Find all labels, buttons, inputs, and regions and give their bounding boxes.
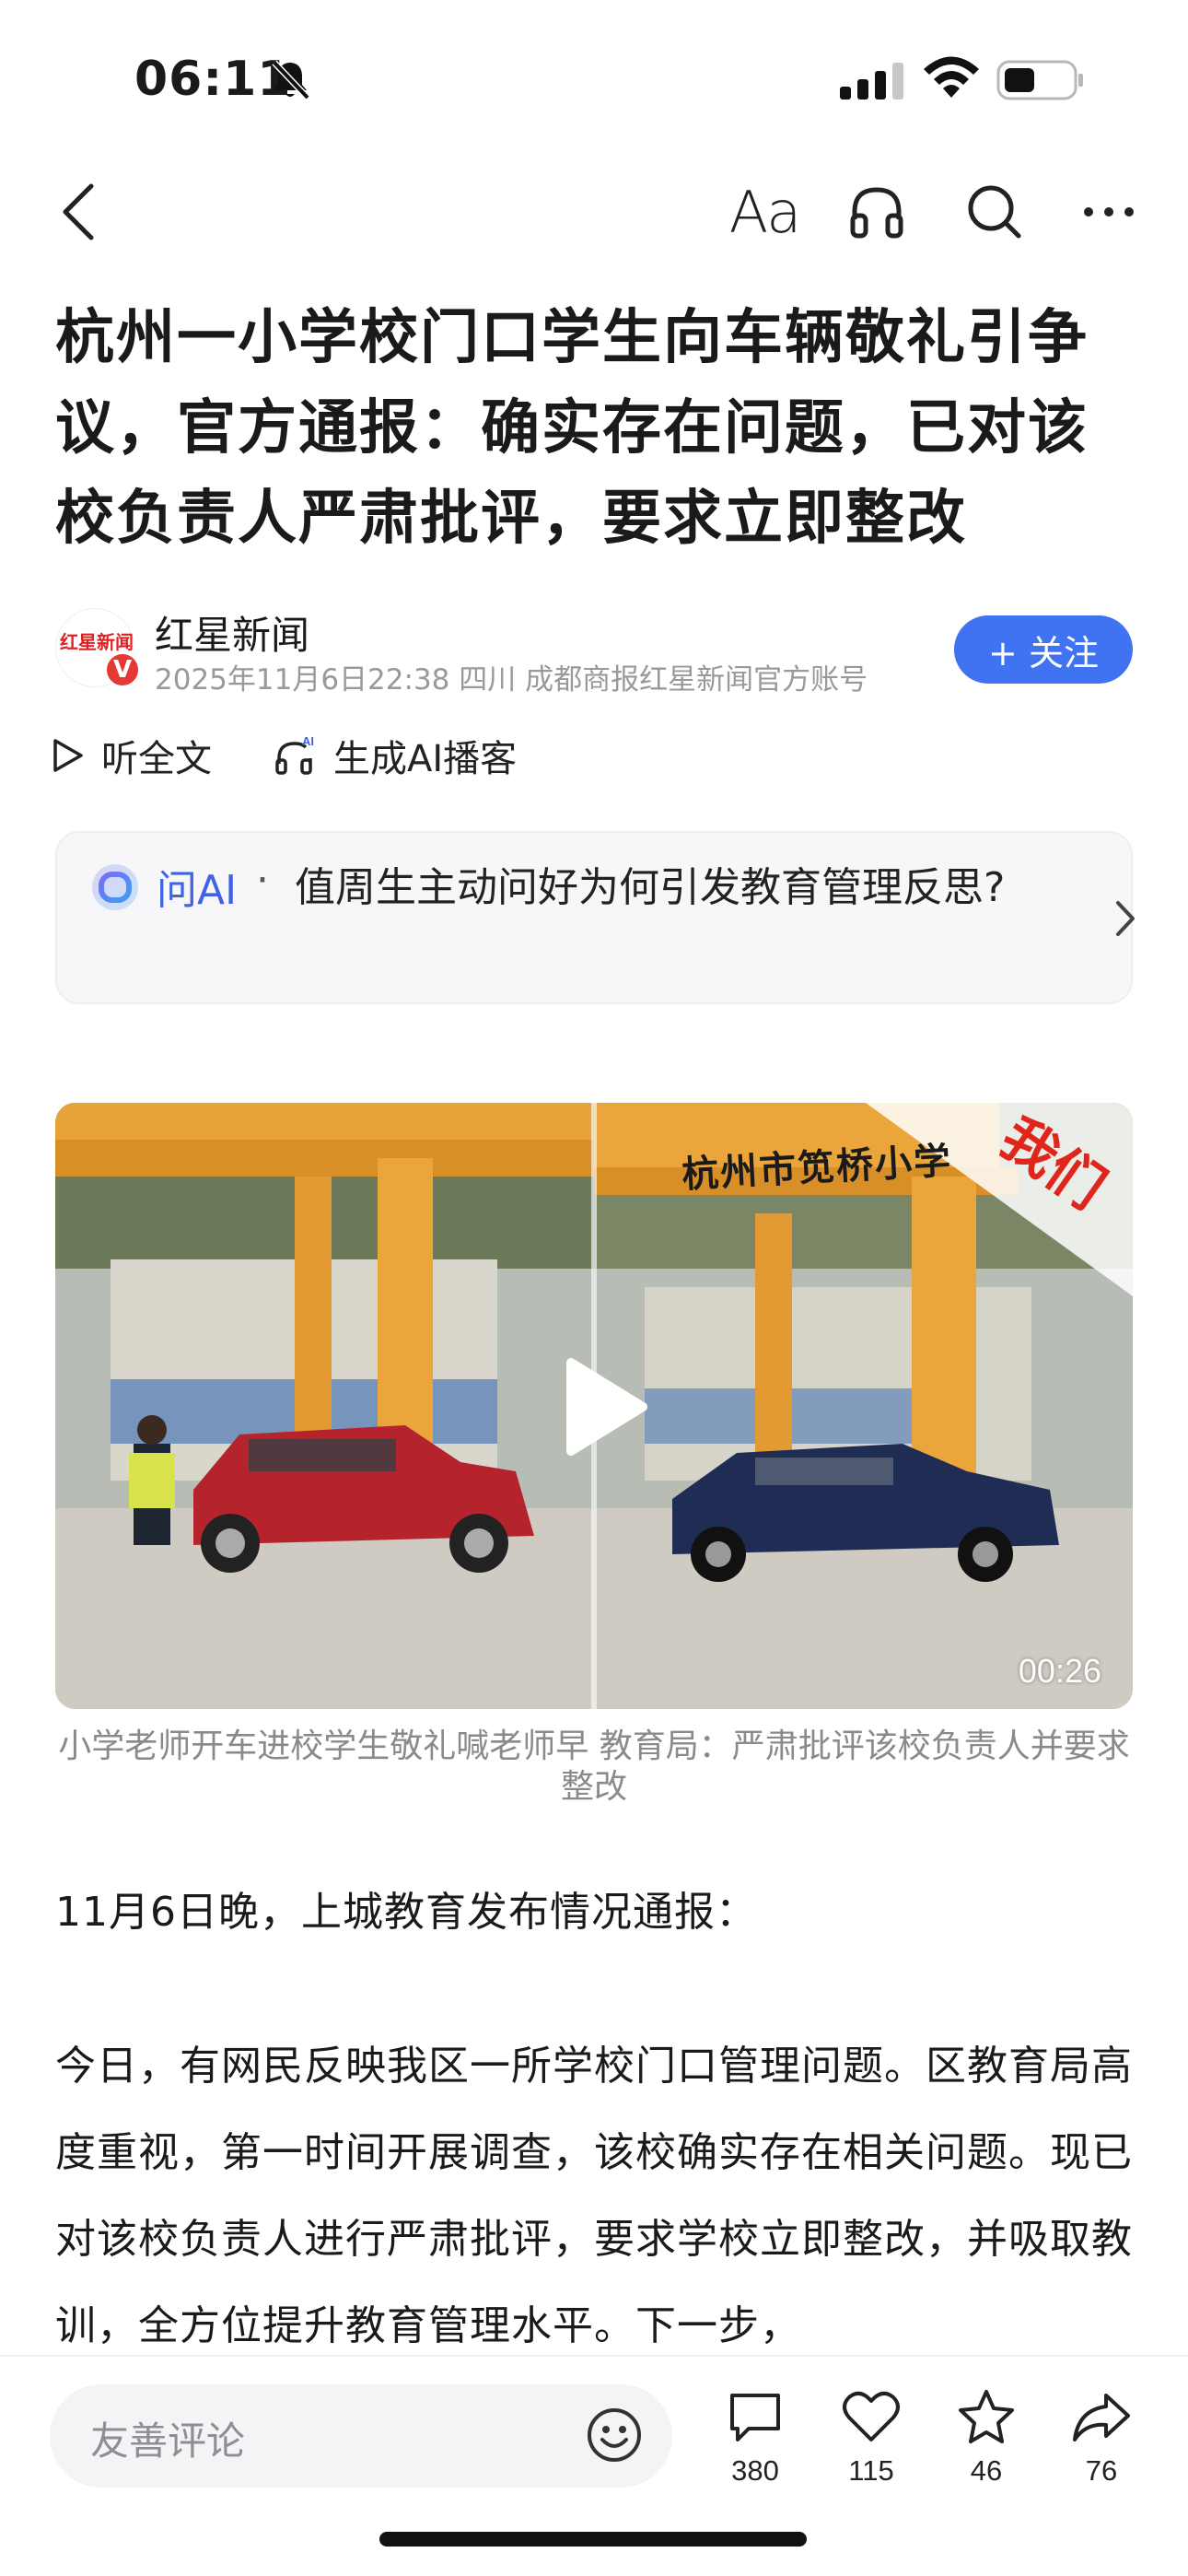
video-player[interactable]: 杭州市笕桥小学 我们 00:26 bbox=[55, 1103, 1133, 1709]
listen-full-label: 听全文 bbox=[101, 738, 212, 780]
signal-icon bbox=[840, 63, 903, 100]
emoji-icon[interactable] bbox=[586, 2406, 643, 2464]
back-chevron-icon bbox=[63, 183, 94, 240]
heart-icon bbox=[843, 2391, 900, 2441]
verified-badge: V bbox=[104, 651, 141, 688]
comment-icon bbox=[730, 2394, 780, 2441]
bell-slash-icon bbox=[272, 60, 310, 100]
listen-button[interactable] bbox=[840, 175, 914, 249]
article-paragraph: 今日，有网民反映我区一所学校门口管理问题。区教育局高度重视，第一时间开展调查，该… bbox=[55, 2043, 1133, 2349]
ai-podcast-button[interactable]: AI 生成AI播客 bbox=[274, 728, 517, 783]
wifi-icon bbox=[924, 56, 979, 98]
ai-podcast-label: 生成AI播客 bbox=[333, 738, 518, 780]
video-duration: 00:26 bbox=[1018, 1652, 1101, 1690]
ai-headphones-icon: AI bbox=[275, 734, 314, 775]
comment-input[interactable]: 友善评论 bbox=[50, 2384, 672, 2488]
search-icon bbox=[968, 185, 1021, 239]
shares-count: 76 bbox=[1085, 2454, 1118, 2487]
play-outline-icon bbox=[53, 739, 83, 772]
author-name[interactable]: 红星新闻 bbox=[155, 604, 309, 661]
battery-icon bbox=[996, 60, 1083, 100]
status-bar: 06:11 bbox=[0, 0, 1188, 157]
comments-button[interactable]: 380 bbox=[705, 2388, 806, 2488]
avatar-logo: 红星新闻 bbox=[60, 631, 134, 653]
star-icon bbox=[959, 2390, 1014, 2443]
more-button[interactable] bbox=[1072, 175, 1146, 249]
font-size-icon: Aa bbox=[728, 178, 801, 246]
search-button[interactable] bbox=[958, 175, 1031, 249]
article-paragraph: 11月6日晚，上城教育发布情况通报： bbox=[55, 1889, 757, 1936]
font-size-button[interactable]: Aa bbox=[718, 175, 810, 249]
ai-badge: AI bbox=[302, 734, 314, 748]
more-icon bbox=[1084, 207, 1134, 217]
avatar[interactable]: 红星新闻 V bbox=[55, 608, 141, 688]
share-arrow-icon bbox=[1073, 2394, 1130, 2441]
comment-placeholder: 友善评论 bbox=[90, 2418, 246, 2464]
author-meta: 2025年11月6日22:38 四川 成都商报红星新闻官方账号 bbox=[155, 663, 868, 697]
comments-count: 380 bbox=[731, 2454, 779, 2487]
article-actions: 听全文 AI 生成AI播客 bbox=[52, 728, 788, 783]
like-button[interactable]: 115 bbox=[821, 2388, 922, 2488]
back-button[interactable] bbox=[46, 175, 111, 249]
favorite-button[interactable]: 46 bbox=[936, 2388, 1037, 2488]
ai-ring-icon bbox=[92, 864, 138, 910]
article-title: 杭州一小学校门口学生向车辆敬礼引争议，官方通报：确实存在问题，已对该校负责人严肃… bbox=[55, 304, 1089, 553]
ask-ai-separator: · bbox=[256, 857, 269, 904]
favorites-count: 46 bbox=[970, 2454, 1003, 2487]
home-indicator[interactable] bbox=[379, 2532, 807, 2547]
listen-full-button[interactable]: 听全文 bbox=[52, 728, 212, 783]
ask-ai-question: 值周生主动问好为何引发教育管理反思? bbox=[295, 864, 1006, 911]
share-button[interactable]: 76 bbox=[1051, 2388, 1152, 2488]
ask-ai-card[interactable]: 值周生主动问好为何引发教育管理反思? 问AI · bbox=[55, 831, 1135, 1004]
follow-button[interactable]: + 关注 bbox=[954, 615, 1133, 684]
nav-bar: Aa bbox=[0, 157, 1188, 267]
video-caption: 小学老师开车进校学生敬礼喊老师早 教育局：严肃批评该校负责人并要求整改 bbox=[58, 1727, 1130, 1806]
likes-count: 115 bbox=[848, 2454, 894, 2487]
play-icon[interactable] bbox=[543, 1352, 654, 1462]
chevron-right-icon bbox=[1116, 901, 1135, 936]
headphones-icon bbox=[850, 187, 903, 239]
ask-ai-label: 问AI bbox=[157, 867, 238, 914]
